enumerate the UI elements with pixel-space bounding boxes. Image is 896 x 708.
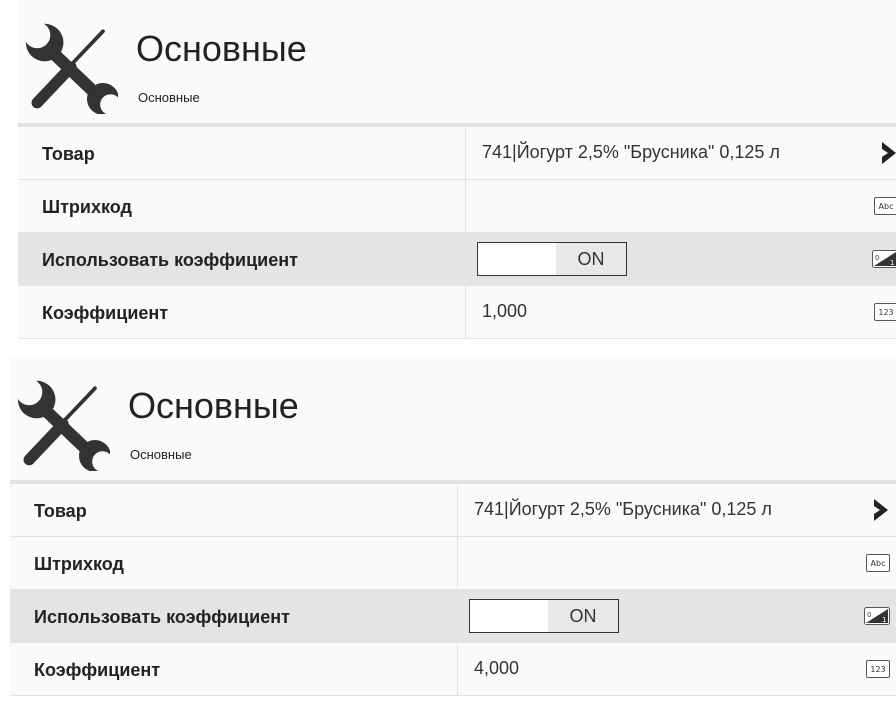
row-barcode[interactable]: Штрихкод Abc [18, 180, 896, 233]
panel-header: Основные Основные [10, 357, 896, 480]
chevron-right-icon[interactable] [878, 140, 896, 166]
settings-panel: Основные Основные Товар 741|Йогурт 2,5% … [10, 357, 896, 696]
svg-text:0: 0 [875, 254, 879, 262]
row-coefficient[interactable]: Коэффициент 4,000 123 [10, 643, 896, 696]
panel-title: Основные [128, 385, 299, 426]
svg-text:1: 1 [890, 259, 894, 267]
svg-text:0: 0 [867, 611, 871, 619]
row-label: Штрихкод [42, 197, 132, 217]
row-label: Использовать коэффициент [42, 250, 298, 270]
product-value: 741|Йогурт 2,5% "Брусника" 0,125 л [474, 499, 772, 519]
tools-icon [16, 378, 110, 471]
number-type-icon: 123 [866, 660, 890, 678]
row-product[interactable]: Товар 741|Йогурт 2,5% "Брусника" 0,125 л [18, 127, 896, 180]
panel-subtitle: Основные [138, 90, 200, 105]
chevron-right-icon[interactable] [870, 497, 892, 523]
row-label: Штрихкод [34, 554, 124, 574]
use-coefficient-field: ON [465, 233, 846, 285]
boolean-type-icon: 0 1 [872, 250, 896, 268]
coefficient-field[interactable]: 4,000 [457, 643, 838, 695]
tools-icon [24, 21, 118, 114]
use-coefficient-field: ON [457, 590, 838, 642]
use-coefficient-toggle[interactable]: ON [469, 599, 619, 633]
row-coefficient[interactable]: Коэффициент 1,000 123 [18, 286, 896, 339]
product-field[interactable]: 741|Йогурт 2,5% "Брусника" 0,125 л [457, 484, 838, 536]
boolean-type-icon: 0 1 [864, 607, 890, 625]
toggle-state-label: ON [556, 243, 626, 275]
row-use-coefficient[interactable]: Использовать коэффициент ON 0 1 [18, 233, 896, 286]
text-type-icon: Abc [866, 554, 890, 572]
svg-text:1: 1 [882, 616, 886, 624]
row-product[interactable]: Товар 741|Йогурт 2,5% "Брусника" 0,125 л [10, 484, 896, 537]
row-use-coefficient[interactable]: Использовать коэффициент ON 0 1 [10, 590, 896, 643]
toggle-knob [470, 600, 548, 632]
panel-title: Основные [136, 28, 307, 69]
row-label: Коэффициент [42, 303, 169, 323]
toggle-state-label: ON [548, 600, 618, 632]
settings-panel: Основные Основные Товар 741|Йогурт 2,5% … [18, 0, 896, 339]
row-label: Товар [42, 144, 95, 164]
row-barcode[interactable]: Штрихкод Abc [10, 537, 896, 590]
panel-subtitle: Основные [130, 447, 192, 462]
use-coefficient-toggle[interactable]: ON [477, 242, 627, 276]
product-field[interactable]: 741|Йогурт 2,5% "Брусника" 0,125 л [465, 127, 846, 179]
barcode-field[interactable] [465, 180, 846, 232]
barcode-field[interactable] [457, 537, 838, 589]
coefficient-field[interactable]: 1,000 [465, 286, 846, 338]
text-type-icon: Abc [874, 197, 896, 215]
row-label: Коэффициент [34, 660, 161, 680]
row-label: Использовать коэффициент [34, 607, 290, 627]
product-value: 741|Йогурт 2,5% "Брусника" 0,125 л [482, 142, 780, 162]
toggle-knob [478, 243, 556, 275]
coefficient-value: 1,000 [482, 301, 528, 321]
coefficient-value: 4,000 [474, 658, 520, 678]
number-type-icon: 123 [874, 303, 896, 321]
panel-header: Основные Основные [18, 0, 896, 123]
row-label: Товар [34, 501, 87, 521]
